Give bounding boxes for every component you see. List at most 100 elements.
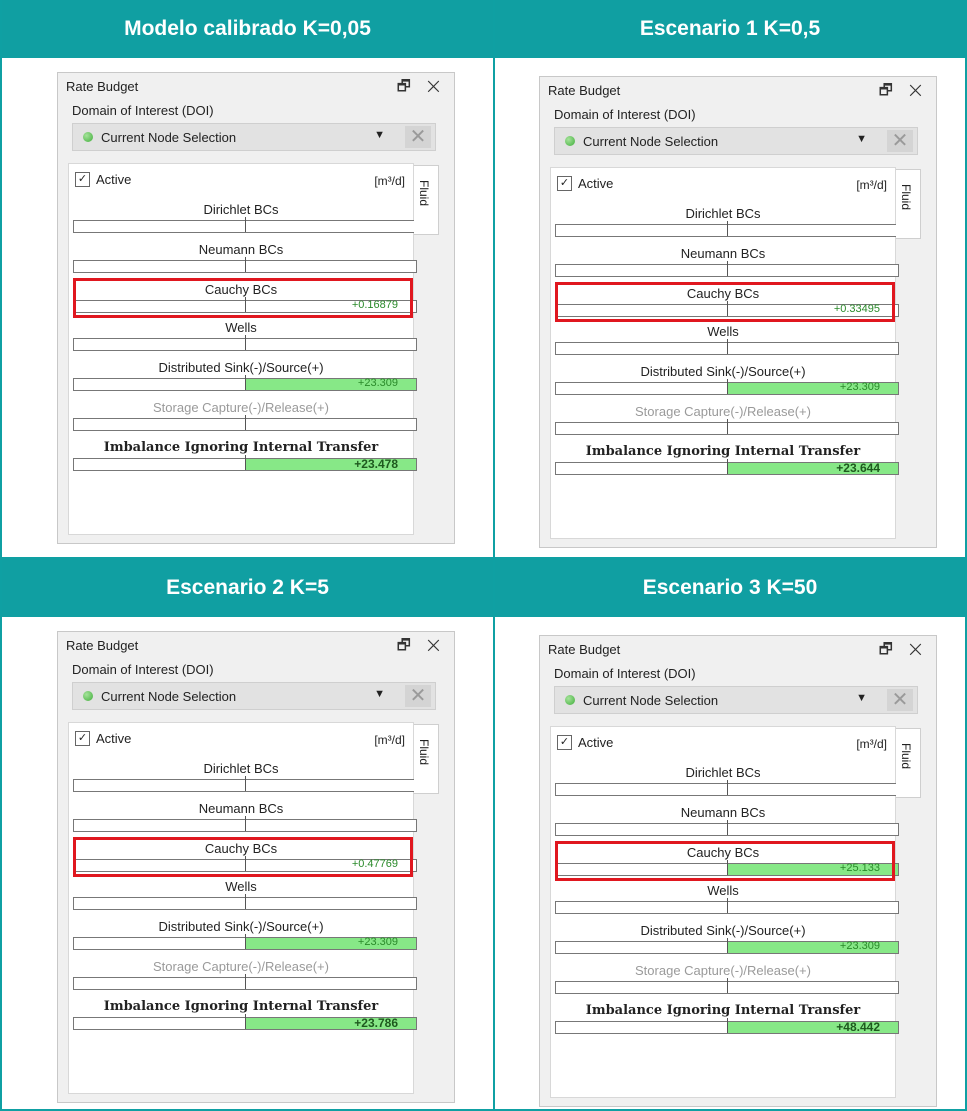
- window-controls-icon[interactable]: 🗗 ✕: [879, 80, 928, 105]
- doi-row: Current Node Selection ▼ ✕: [554, 127, 918, 155]
- node-selection-icon: [565, 136, 575, 146]
- distributed-value: +23.309: [839, 381, 880, 393]
- quadrant-heading: Escenario 2 K=5: [2, 559, 493, 617]
- neumann-bar: [555, 820, 899, 836]
- doi-select[interactable]: Current Node Selection ▼: [559, 130, 871, 152]
- active-label: Active: [96, 731, 132, 746]
- active-checkbox[interactable]: ✓: [75, 731, 90, 746]
- doi-label: Domain of Interest (DOI): [554, 666, 696, 681]
- storage-label: Storage Capture(-)/Release(+): [635, 963, 811, 978]
- imbalance-value: +23.786: [354, 1016, 398, 1030]
- storage-label: Storage Capture(-)/Release(+): [153, 400, 329, 415]
- wells-bar: [73, 894, 417, 910]
- storage-bar: [555, 419, 899, 435]
- doi-row: Current Node Selection ▼ ✕: [554, 686, 918, 714]
- dirichlet-label: Dirichlet BCs: [203, 202, 279, 217]
- active-toggle[interactable]: ✓ Active: [75, 731, 131, 746]
- distributed-value: +23.309: [357, 936, 398, 948]
- unit-label: [m³/d]: [856, 178, 887, 192]
- doi-select[interactable]: Current Node Selection ▼: [559, 689, 871, 711]
- panel-title: Rate Budget: [66, 79, 139, 94]
- chevron-down-icon[interactable]: ▼: [856, 133, 867, 145]
- doi-label: Domain of Interest (DOI): [72, 103, 214, 118]
- node-selection-icon: [565, 695, 575, 705]
- distributed-bar: +23.309: [555, 938, 899, 954]
- window-controls-icon[interactable]: 🗗 ✕: [397, 76, 446, 101]
- doi-label: Domain of Interest (DOI): [72, 662, 214, 677]
- neumann-bar: [555, 261, 899, 277]
- tab-fluid-label: Fluid: [417, 180, 431, 207]
- storage-label: Storage Capture(-)/Release(+): [635, 404, 811, 419]
- budget-area: ✓ Active [m³/d] Dirichlet BCs Neumann BC…: [550, 726, 899, 1098]
- imbalance-bar: +23.478: [73, 455, 417, 471]
- wells-label: Wells: [707, 324, 739, 339]
- dirichlet-label: Dirichlet BCs: [685, 206, 761, 221]
- tab-fluid[interactable]: Fluid: [414, 724, 439, 794]
- chevron-down-icon[interactable]: ▼: [374, 688, 385, 700]
- clear-selection-button[interactable]: ✕: [405, 126, 431, 148]
- storage-bar: [73, 415, 417, 431]
- clear-selection-button[interactable]: ✕: [405, 685, 431, 707]
- cauchy-highlight-box: [555, 841, 895, 881]
- wells-bar: [555, 898, 899, 914]
- neumann-label: Neumann BCs: [680, 805, 766, 820]
- panel-title: Rate Budget: [548, 642, 621, 657]
- dirichlet-bar: [555, 780, 899, 796]
- clear-selection-button[interactable]: ✕: [887, 689, 913, 711]
- distributed-label: Distributed Sink(-)/Source(+): [158, 360, 324, 375]
- window-controls-icon[interactable]: 🗗 ✕: [879, 639, 928, 664]
- chevron-down-icon[interactable]: ▼: [856, 692, 867, 704]
- imbalance-bar: +23.644: [555, 459, 899, 475]
- active-toggle[interactable]: ✓ Active: [557, 176, 613, 191]
- active-checkbox[interactable]: ✓: [75, 172, 90, 187]
- cauchy-highlight-box: [555, 282, 895, 322]
- distributed-value: +23.309: [357, 377, 398, 389]
- dirichlet-bar: [73, 776, 417, 792]
- distributed-bar: +23.309: [555, 379, 899, 395]
- quadrant-scenario-3: Escenario 3 K=50 Rate Budget 🗗 ✕ Domain …: [493, 559, 967, 1111]
- doi-select[interactable]: Current Node Selection ▼: [77, 685, 389, 707]
- dirichlet-label: Dirichlet BCs: [203, 761, 279, 776]
- chevron-down-icon[interactable]: ▼: [374, 129, 385, 141]
- neumann-label: Neumann BCs: [680, 246, 766, 261]
- doi-select[interactable]: Current Node Selection ▼: [77, 126, 389, 148]
- quadrant-calibrated: Modelo calibrado K=0,05 Rate Budget 🗗 ✕ …: [0, 0, 495, 559]
- imbalance-value: +23.478: [354, 457, 398, 471]
- quadrant-scenario-1: Escenario 1 K=0,5 Rate Budget 🗗 ✕ Domain…: [493, 0, 967, 559]
- rate-budget-panel: Rate Budget 🗗 ✕ Domain of Interest (DOI)…: [539, 76, 937, 548]
- active-checkbox[interactable]: ✓: [557, 176, 572, 191]
- distributed-bar: +23.309: [73, 375, 417, 391]
- doi-select-value: Current Node Selection: [101, 688, 237, 704]
- doi-select-value: Current Node Selection: [583, 133, 719, 149]
- tab-fluid[interactable]: Fluid: [414, 165, 439, 235]
- neumann-label: Neumann BCs: [198, 242, 284, 257]
- dirichlet-label: Dirichlet BCs: [685, 765, 761, 780]
- distributed-bar: +23.309: [73, 934, 417, 950]
- doi-select-value: Current Node Selection: [101, 129, 237, 145]
- imbalance-label: Imbalance Ignoring Internal Transfer: [103, 999, 379, 1014]
- rate-budget-panel: Rate Budget 🗗 ✕ Domain of Interest (DOI)…: [539, 635, 937, 1107]
- active-toggle[interactable]: ✓ Active: [75, 172, 131, 187]
- doi-select-value: Current Node Selection: [583, 692, 719, 708]
- distributed-value: +23.309: [839, 940, 880, 952]
- neumann-label: Neumann BCs: [198, 801, 284, 816]
- budget-area: ✓ Active [m³/d] Dirichlet BCs Neumann BC…: [68, 163, 417, 535]
- unit-label: [m³/d]: [374, 733, 405, 747]
- tab-fluid-label: Fluid: [899, 743, 913, 770]
- imbalance-value: +23.644: [836, 461, 880, 475]
- neumann-bar: [73, 816, 417, 832]
- active-checkbox[interactable]: ✓: [557, 735, 572, 750]
- storage-label: Storage Capture(-)/Release(+): [153, 959, 329, 974]
- window-controls-icon[interactable]: 🗗 ✕: [397, 635, 446, 660]
- distributed-label: Distributed Sink(-)/Source(+): [640, 364, 806, 379]
- clear-selection-button[interactable]: ✕: [887, 130, 913, 152]
- active-toggle[interactable]: ✓ Active: [557, 735, 613, 750]
- dirichlet-bar: [555, 221, 899, 237]
- wells-label: Wells: [225, 879, 257, 894]
- tab-fluid[interactable]: Fluid: [896, 728, 921, 798]
- neumann-bar: [73, 257, 417, 273]
- unit-label: [m³/d]: [856, 737, 887, 751]
- distributed-label: Distributed Sink(-)/Source(+): [158, 919, 324, 934]
- wells-label: Wells: [707, 883, 739, 898]
- tab-fluid[interactable]: Fluid: [896, 169, 921, 239]
